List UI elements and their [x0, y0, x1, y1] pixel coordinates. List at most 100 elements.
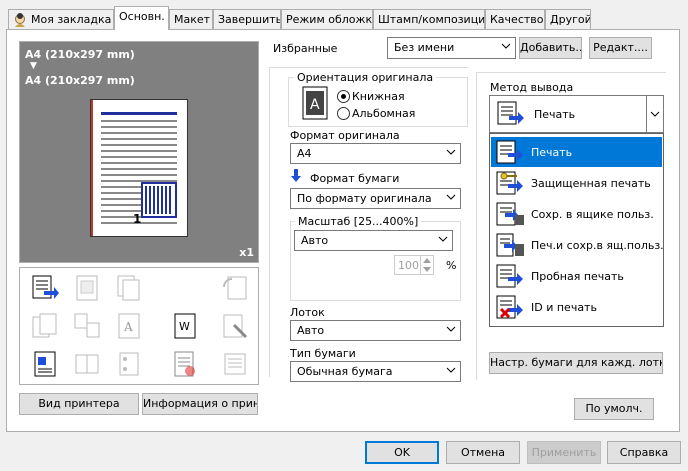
output-tray-icon — [224, 353, 246, 375]
divider — [269, 67, 270, 377]
tab-quality[interactable]: Качество — [485, 9, 545, 29]
option-proof-print[interactable]: Пробная печать — [491, 261, 662, 291]
punch-icon — [119, 352, 139, 376]
output-method-value: Печать — [534, 108, 576, 121]
tab-stamp[interactable]: Штамп/композиция — [373, 9, 485, 29]
tab-my-tab[interactable]: Моя закладка — [8, 9, 114, 29]
edit-favorite-button[interactable]: Редакт.... — [589, 37, 652, 59]
tray-value: Авто — [297, 324, 325, 337]
original-size-value: A4 — [297, 147, 312, 160]
spin-down-icon[interactable] — [423, 267, 431, 272]
option-label: Печ.и сохр.в ящ.польз. — [531, 239, 664, 252]
chevron-down-icon — [438, 236, 448, 242]
tab-label: Макет — [174, 13, 211, 26]
option-label: ID и печать — [531, 301, 597, 314]
paper-type-select[interactable]: Обычная бумага — [290, 361, 461, 382]
option-id-print[interactable]: ID и печать — [491, 292, 662, 322]
tab-other[interactable]: Другой — [545, 9, 591, 29]
printer-info-button[interactable]: Информация о принт. — [142, 393, 258, 415]
page-preview: A4 (210x297 mm) ▼ A4 (210x297 mm) 1 x1 — [19, 41, 259, 263]
paper-type-label: Тип бумаги — [290, 347, 356, 360]
option-print-save-box[interactable]: Печ.и сохр.в ящ.польз. — [491, 230, 664, 260]
ok-button[interactable]: OK — [365, 441, 439, 464]
paper-type-value: Обычная бумага — [297, 365, 393, 378]
paper-size-label: Формат бумаги — [310, 172, 400, 185]
option-print[interactable]: Печать — [491, 137, 662, 167]
secure-print-icon — [496, 171, 523, 195]
original-size-label: Формат оригинала — [290, 129, 400, 142]
favorites-label: Избранные — [273, 42, 338, 55]
favorites-select[interactable]: Без имени — [387, 37, 516, 59]
zoom-number: 100 — [398, 259, 419, 272]
tab-label: Другой — [550, 13, 591, 26]
layout-icon — [76, 275, 98, 301]
paper-size-text: A4 (210x297 mm) — [25, 74, 135, 87]
feature-icon-grid: A W — [19, 267, 259, 385]
tab-label: Качество — [490, 13, 544, 26]
watermark-icon: W — [174, 313, 196, 339]
paper-per-tray-button[interactable]: Настр. бумаги для кажд. лотка... — [489, 352, 663, 374]
tab-cover-mode[interactable]: Режим обложки — [281, 9, 373, 29]
chevron-down-icon — [650, 111, 660, 117]
printer-view-button[interactable]: Вид принтера — [19, 393, 139, 415]
blue-arrow-down-icon — [291, 169, 301, 182]
tab-layout[interactable]: Макет — [169, 9, 213, 29]
page-number: 1 — [133, 212, 142, 226]
tab-finish[interactable]: Завершить — [213, 9, 281, 29]
favorites-value: Без имени — [394, 41, 455, 54]
fold-icon — [174, 351, 195, 377]
paper-size-value: По формату оригинала — [297, 192, 432, 205]
tab-basic[interactable]: Основн. — [114, 6, 169, 30]
zoom-unit: % — [446, 259, 457, 272]
option-label: Сохр. в ящике польз. — [531, 208, 654, 221]
id-print-icon — [496, 295, 523, 319]
output-method-label: Метод вывода — [490, 81, 574, 94]
booklet-icon — [75, 354, 99, 374]
paper-size-select[interactable]: По формату оригинала — [290, 188, 461, 209]
original-size-select[interactable]: A4 — [290, 143, 461, 164]
svg-text:W: W — [179, 320, 190, 333]
option-save-box[interactable]: Сохр. в ящике польз. — [491, 199, 662, 229]
chevron-down-icon — [446, 194, 456, 200]
page-thumbnail: 1 — [90, 99, 188, 237]
option-label: Печать — [531, 146, 573, 159]
chevron-down-icon — [446, 326, 456, 332]
landscape-radio[interactable] — [337, 107, 350, 120]
rotate-icon — [223, 276, 247, 300]
arrow-down-icon: ▼ — [30, 61, 37, 71]
dropdown-button[interactable] — [646, 96, 663, 132]
portrait-radio[interactable] — [337, 90, 350, 103]
zoom-value: Авто — [301, 234, 329, 247]
portrait-label: Книжная — [352, 90, 405, 103]
print-icon — [497, 101, 524, 125]
output-method-select[interactable]: Печать — [489, 95, 664, 133]
tab-label: Основн. — [119, 10, 165, 23]
tray-label: Лоток — [290, 306, 325, 319]
portrait-page-icon: A — [302, 86, 328, 120]
option-secure-print[interactable]: Защищенная печать — [491, 168, 662, 198]
cancel-button[interactable]: Отмена — [446, 441, 520, 464]
original-size-text: A4 (210x297 mm) — [25, 48, 135, 61]
help-button[interactable]: Справка — [607, 441, 681, 464]
spin-up-icon[interactable] — [423, 258, 431, 263]
tab-label: Моя закладка — [31, 13, 112, 26]
print-icon — [496, 140, 523, 164]
zoom-select[interactable]: Авто — [294, 230, 453, 251]
cover-page-icon — [34, 351, 56, 377]
output-method-dropdown-list: Печать Защищенная печать Сохр. в ящике п… — [489, 133, 664, 327]
add-favorite-button[interactable]: Добавить... — [519, 37, 582, 59]
defaults-button[interactable]: По умолч. — [574, 398, 654, 420]
apply-button[interactable]: Применить — [527, 441, 601, 464]
staple-icon — [223, 314, 248, 339]
orientation-title: Ориентация оригинала — [294, 71, 437, 84]
chevron-down-icon — [501, 43, 511, 49]
svg-text:A: A — [123, 320, 133, 334]
tray-select[interactable]: Авто — [290, 320, 461, 341]
tab-label: Завершить — [218, 13, 281, 26]
tab-label: Штамп/композиция — [378, 13, 485, 26]
proof-print-icon — [496, 264, 523, 288]
zoom-spinner[interactable] — [420, 256, 433, 274]
zoom-title: Масштаб [25...400%] — [295, 215, 422, 228]
zoom-number-field[interactable]: 100 — [394, 255, 434, 275]
combine-icon — [74, 313, 100, 338]
